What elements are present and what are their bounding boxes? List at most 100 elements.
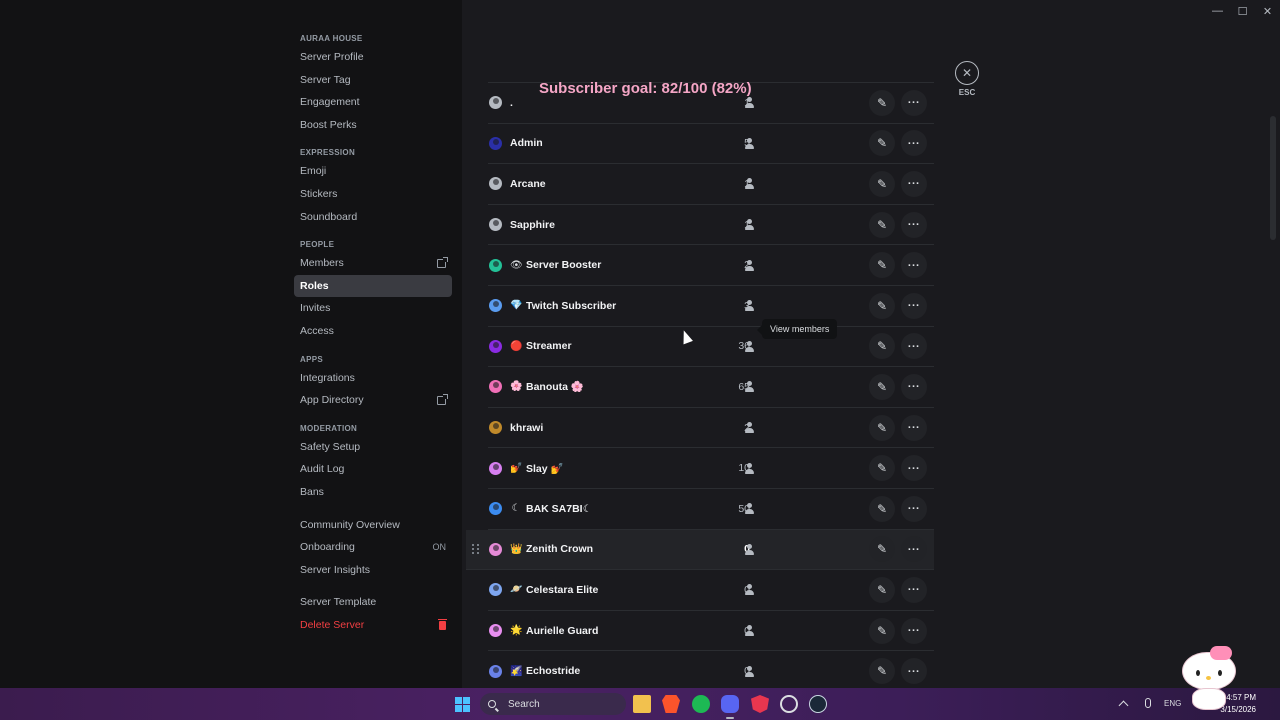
edit-role-button[interactable]: ✎ xyxy=(869,576,895,603)
more-options-button[interactable]: ... xyxy=(901,495,927,522)
brave-browser-icon[interactable] xyxy=(662,695,680,713)
person-icon[interactable] xyxy=(744,422,755,434)
discord-icon[interactable] xyxy=(721,695,739,713)
role-row[interactable]: 💎 Twitch Subscriber 3 ✎... xyxy=(488,286,934,327)
sidebar-item-safety-setup[interactable]: Safety Setup xyxy=(294,436,452,459)
more-options-button[interactable]: ... xyxy=(901,170,927,197)
edit-role-button[interactable]: ✎ xyxy=(869,373,895,400)
sidebar-item-stickers[interactable]: Stickers xyxy=(294,183,452,206)
sidebar-item-emoji[interactable]: Emoji xyxy=(294,160,452,183)
role-row[interactable]: 👁 Server Booster 2 ✎... xyxy=(488,245,934,286)
more-options-button[interactable]: ... xyxy=(901,89,927,116)
sidebar-item-server-tag[interactable]: Server Tag xyxy=(294,69,452,92)
sidebar-item-server-profile[interactable]: Server Profile xyxy=(294,46,452,69)
person-icon[interactable] xyxy=(744,665,755,677)
role-row[interactable]: ☾ BAK SA7BI☾ 50 ✎... xyxy=(488,489,934,530)
edit-role-button[interactable]: ✎ xyxy=(869,658,895,685)
microphone-icon[interactable] xyxy=(1145,698,1151,708)
steam-icon[interactable] xyxy=(809,695,827,713)
edit-role-button[interactable]: ✎ xyxy=(869,536,895,563)
more-options-button[interactable]: ... xyxy=(901,617,927,644)
more-options-button[interactable]: ... xyxy=(901,536,927,563)
more-options-button[interactable]: ... xyxy=(901,211,927,238)
role-row[interactable]: khrawi 2 ✎... xyxy=(488,408,934,449)
edit-role-button[interactable]: ✎ xyxy=(869,617,895,644)
more-options-button[interactable]: ... xyxy=(901,576,927,603)
sidebar-item-bans[interactable]: Bans xyxy=(294,481,452,504)
sidebar-item-invites[interactable]: Invites xyxy=(294,297,452,320)
edit-role-button[interactable]: ✎ xyxy=(869,292,895,319)
close-settings[interactable]: ✕ ESC xyxy=(954,61,980,97)
close-icon[interactable]: ✕ xyxy=(955,61,979,85)
sidebar-item-delete-server[interactable]: Delete Server xyxy=(294,614,452,637)
role-row[interactable]: 🪐 Celestara Elite 0 ✎... xyxy=(488,570,934,611)
person-icon[interactable] xyxy=(744,584,755,596)
more-options-button[interactable]: ... xyxy=(901,414,927,441)
app-icon[interactable] xyxy=(780,695,798,713)
role-row[interactable]: Arcane 1 ✎... xyxy=(488,164,934,205)
security-app-icon[interactable] xyxy=(751,695,769,713)
edit-role-button[interactable]: ✎ xyxy=(869,495,895,522)
sidebar-item-engagement[interactable]: Engagement xyxy=(294,91,452,114)
close-window-icon[interactable]: ✕ xyxy=(1255,0,1280,22)
edit-role-button[interactable]: ✎ xyxy=(869,455,895,482)
sidebar-item-server-template[interactable]: Server Template xyxy=(294,591,452,614)
sidebar-item-roles[interactable]: Roles xyxy=(294,274,452,298)
role-row[interactable]: 🌟 Aurielle Guard 0 ✎... xyxy=(488,611,934,652)
role-row[interactable]: Admin 5 ✎... xyxy=(488,124,934,165)
windows-start-icon[interactable] xyxy=(455,697,470,712)
person-icon[interactable] xyxy=(744,462,755,474)
role-row[interactable]: 🌠 Echostride 0 ✎... xyxy=(488,651,934,692)
person-icon[interactable] xyxy=(744,97,755,109)
person-icon[interactable] xyxy=(744,503,755,515)
edit-role-button[interactable]: ✎ xyxy=(869,170,895,197)
maximize-icon[interactable]: ☐ xyxy=(1230,0,1255,22)
file-explorer-icon[interactable] xyxy=(633,695,651,713)
role-row[interactable]: 💅 Slay 💅 10 ✎... xyxy=(488,448,934,489)
sidebar-item-app-directory[interactable]: App Directory xyxy=(294,389,452,412)
more-options-button[interactable]: ... xyxy=(901,455,927,482)
language-indicator[interactable]: ENG xyxy=(1164,699,1181,708)
scrollbar[interactable] xyxy=(1270,116,1276,240)
more-options-button[interactable]: ... xyxy=(901,658,927,685)
taskbar-search[interactable]: Search xyxy=(480,693,626,715)
person-icon[interactable] xyxy=(744,219,755,231)
person-icon[interactable] xyxy=(744,137,755,149)
person-icon[interactable] xyxy=(744,300,755,312)
sidebar-item-access[interactable]: Access xyxy=(294,320,452,343)
edit-role-button[interactable]: ✎ xyxy=(869,211,895,238)
sidebar-item-onboarding[interactable]: Onboarding ON xyxy=(294,536,452,559)
person-icon[interactable] xyxy=(744,259,755,271)
person-icon[interactable] xyxy=(744,625,755,637)
role-row[interactable]: Sapphire 1 ✎... xyxy=(488,205,934,246)
role-row[interactable]: 🔴 Streamer 36 ✎... xyxy=(488,327,934,368)
person-icon[interactable] xyxy=(744,178,755,190)
more-options-button[interactable]: ... xyxy=(901,292,927,319)
more-options-button[interactable]: ... xyxy=(901,333,927,360)
sidebar-item-label: Onboarding xyxy=(300,541,355,554)
sidebar-item-boost-perks[interactable]: Boost Perks xyxy=(294,114,452,137)
sidebar-item-members[interactable]: Members xyxy=(294,252,452,275)
more-options-button[interactable]: ... xyxy=(901,252,927,279)
sidebar-item-community-overview[interactable]: Community Overview xyxy=(294,514,452,537)
chevron-up-icon[interactable] xyxy=(1118,700,1129,711)
edit-role-button[interactable]: ✎ xyxy=(869,130,895,157)
sidebar-item-integrations[interactable]: Integrations xyxy=(294,367,452,390)
person-icon[interactable] xyxy=(744,381,755,393)
edit-role-button[interactable]: ✎ xyxy=(869,89,895,116)
edit-role-button[interactable]: ✎ xyxy=(869,333,895,360)
person-icon[interactable] xyxy=(744,543,755,555)
edit-role-button[interactable]: ✎ xyxy=(869,414,895,441)
sidebar-item-soundboard[interactable]: Soundboard xyxy=(294,206,452,229)
sidebar-item-audit-log[interactable]: Audit Log xyxy=(294,458,452,481)
spotify-icon[interactable] xyxy=(692,695,710,713)
sidebar-item-server-insights[interactable]: Server Insights xyxy=(294,559,452,582)
minimize-icon[interactable]: — xyxy=(1205,0,1230,22)
role-row[interactable]: 🌸 Banouta 🌸 65 ✎... xyxy=(488,367,934,408)
role-row[interactable]: 👑 Zenith Crown 0 ✎... xyxy=(466,529,934,571)
drag-handle-icon[interactable] xyxy=(472,544,480,555)
edit-role-button[interactable]: ✎ xyxy=(869,252,895,279)
more-options-button[interactable]: ... xyxy=(901,130,927,157)
more-options-button[interactable]: ... xyxy=(901,373,927,400)
person-icon[interactable] xyxy=(744,340,755,352)
